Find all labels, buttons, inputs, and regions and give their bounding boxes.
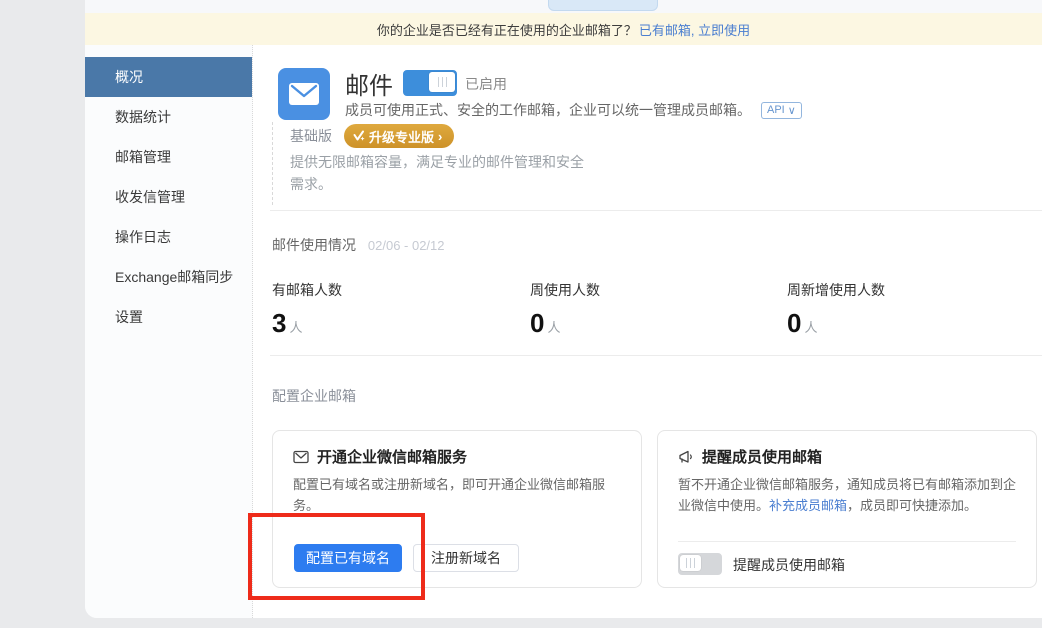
chevron-right-icon: › <box>438 129 442 144</box>
remind-body-suffix: ，成员即可快捷添加。 <box>847 498 977 513</box>
api-dropdown-badge[interactable]: API ∨ <box>761 102 802 119</box>
app-description: 成员可使用正式、安全的工作邮箱，企业可以统一管理成员邮箱。 <box>345 100 751 120</box>
stat-value: 0人 <box>787 308 885 339</box>
description-row: 成员可使用正式、安全的工作邮箱，企业可以统一管理成员邮箱。 API ∨ <box>345 100 802 120</box>
upgrade-label: 升级专业版 <box>369 127 434 146</box>
notice-text: 你的企业是否已经有正在使用的企业邮箱了？ <box>377 20 637 39</box>
sidebar-item-overview[interactable]: 概况 <box>85 57 252 97</box>
sidebar-item-settings[interactable]: 设置 <box>85 297 252 337</box>
top-strip <box>85 0 1042 13</box>
stat-unit: 人 <box>289 320 302 335</box>
toggle-handle <box>429 72 455 92</box>
sparkle-icon <box>353 130 365 142</box>
add-member-mailbox-link[interactable]: 补充成员邮箱 <box>769 498 847 513</box>
sidebar-item-label: 概况 <box>115 69 143 85</box>
toggle-grip-lines <box>686 558 695 568</box>
sidebar-item-operation-log[interactable]: 操作日志 <box>85 217 252 257</box>
stat-number: 0 <box>787 308 801 338</box>
register-new-domain-button[interactable]: 注册新域名 <box>413 544 519 572</box>
configure-existing-domain-button[interactable]: 配置已有域名 <box>294 544 402 572</box>
sidebar-item-label: 邮箱管理 <box>115 149 171 165</box>
toggle-grip-lines <box>438 77 447 87</box>
sidebar-item-exchange-sync[interactable]: Exchange邮箱同步 <box>85 257 252 297</box>
sidebar-item-statistics[interactable]: 数据统计 <box>85 97 252 137</box>
upgrade-pro-button[interactable]: 升级专业版 › <box>344 124 454 148</box>
stat-label: 有邮箱人数 <box>272 280 342 300</box>
app-panel: 概况 数据统计 邮箱管理 收发信管理 操作日志 Exchange邮箱同步 设置 <box>85 45 1042 618</box>
card-title-row: 开通企业微信邮箱服务 <box>293 446 467 467</box>
setup-section-title: 配置企业邮箱 <box>272 386 356 406</box>
sidebar-spacer <box>85 45 252 57</box>
stat-weekly-new-users: 周新增使用人数 0人 <box>787 280 885 339</box>
page-title: 邮件 <box>345 66 393 101</box>
dashed-guide-line <box>272 122 273 205</box>
status-badge: 已启用 <box>465 74 507 94</box>
stat-unit: 人 <box>547 320 560 335</box>
stat-label: 周新增使用人数 <box>787 280 885 300</box>
use-existing-mailbox-link[interactable]: 已有邮箱, 立即使用 <box>639 20 750 39</box>
sidebar-item-mailbox-management[interactable]: 邮箱管理 <box>85 137 252 177</box>
edition-label: 基础版 <box>290 124 332 148</box>
divider <box>270 210 1042 211</box>
upgrade-note: 提供无限邮箱容量，满足专业的邮件管理和安全需求。 <box>290 151 590 195</box>
page: 你的企业是否已经有正在使用的企业邮箱了？ 已有邮箱, 立即使用 概况 数据统计 … <box>0 0 1042 628</box>
mail-enabled-toggle[interactable] <box>403 70 457 96</box>
sidebar: 概况 数据统计 邮箱管理 收发信管理 操作日志 Exchange邮箱同步 设置 <box>85 45 253 618</box>
sidebar-item-label: 设置 <box>115 309 143 325</box>
envelope-icon <box>287 79 321 109</box>
remind-members-toggle[interactable] <box>678 553 722 575</box>
card-divider <box>678 541 1016 542</box>
usage-section-title: 邮件使用情况 <box>272 237 356 253</box>
card-remind-members: 提醒成员使用邮箱 暂不开通企业微信邮箱服务，通知成员将已有邮箱添加到企业微信中使… <box>657 430 1037 588</box>
sidebar-item-send-receive-management[interactable]: 收发信管理 <box>85 177 252 217</box>
sidebar-item-label: 收发信管理 <box>115 189 185 205</box>
usage-section-title-row: 邮件使用情况 02/06 - 02/12 <box>272 235 445 255</box>
stat-weekly-users: 周使用人数 0人 <box>530 280 600 339</box>
remind-toggle-label: 提醒成员使用邮箱 <box>733 555 845 575</box>
sidebar-item-label: 操作日志 <box>115 229 171 245</box>
card-body: 暂不开通企业微信邮箱服务，通知成员将已有邮箱添加到企业微信中使用。补充成员邮箱，… <box>678 474 1018 516</box>
toggle-handle <box>680 555 701 571</box>
chevron-down-icon: ∨ <box>788 104 796 117</box>
megaphone-icon <box>678 450 694 464</box>
mail-app-icon <box>278 68 330 120</box>
content: 邮件 已启用 成员可使用正式、安全的工作邮箱，企业可以统一管理成员邮箱。 API… <box>252 45 1042 618</box>
stat-unit: 人 <box>804 320 817 335</box>
divider <box>270 355 1042 356</box>
notice-banner: 你的企业是否已经有正在使用的企业邮箱了？ 已有邮箱, 立即使用 <box>85 13 1042 45</box>
edition-row: 基础版 升级专业版 › <box>290 124 454 148</box>
cropped-top-button <box>548 0 658 11</box>
envelope-outline-icon <box>293 450 309 464</box>
usage-date-range: 02/06 - 02/12 <box>368 238 445 253</box>
card-title-row: 提醒成员使用邮箱 <box>678 446 822 467</box>
card-body: 配置已有域名或注册新域名，即可开通企业微信邮箱服务。 <box>293 474 623 516</box>
card-open-mailbox-service: 开通企业微信邮箱服务 配置已有域名或注册新域名，即可开通企业微信邮箱服务。 配置… <box>272 430 642 588</box>
api-label: API <box>767 104 785 116</box>
stat-label: 周使用人数 <box>530 280 600 300</box>
sidebar-item-label: 数据统计 <box>115 109 171 125</box>
stat-number: 3 <box>272 308 286 338</box>
stat-value: 3人 <box>272 308 342 339</box>
stat-mailbox-users: 有邮箱人数 3人 <box>272 280 342 339</box>
sidebar-item-label: Exchange邮箱同步 <box>115 269 233 285</box>
card-title: 开通企业微信邮箱服务 <box>317 446 467 467</box>
stat-number: 0 <box>530 308 544 338</box>
card-title: 提醒成员使用邮箱 <box>702 446 822 467</box>
stat-value: 0人 <box>530 308 600 339</box>
